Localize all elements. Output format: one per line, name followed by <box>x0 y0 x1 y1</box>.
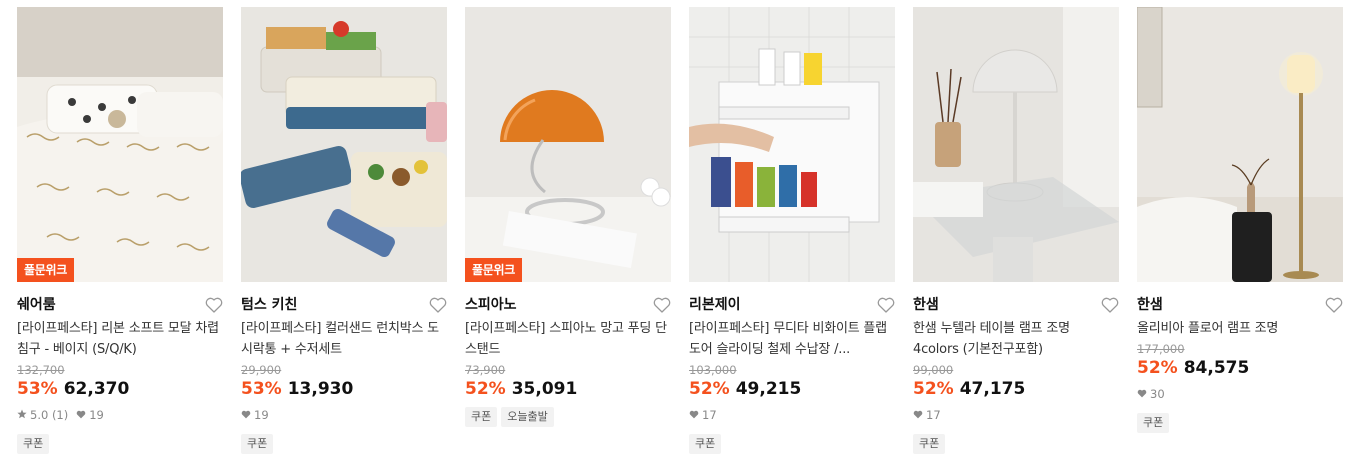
sale-price: 84,575 <box>1183 358 1250 378</box>
product-card-4[interactable]: 리본제이 [라이프페스타] 무디타 비화이트 플랩도어 슬라이딩 철제 수납장 … <box>689 7 895 454</box>
tag-list: 쿠폰 <box>1137 413 1343 433</box>
original-price: 132,700 <box>17 363 65 377</box>
brand-row: 텀스 키친 <box>241 294 447 316</box>
product-title[interactable]: [라이프페스타] 무디타 비화이트 플랩도어 슬라이딩 철제 수납장 /... <box>689 318 895 360</box>
brand-row: 한샘 <box>913 294 1119 316</box>
brand-row: 리본제이 <box>689 294 895 316</box>
sale-price: 49,215 <box>735 379 802 399</box>
product-title[interactable]: [라이프페스타] 리본 소프트 모달 차렵침구 - 베이지 (S/Q/K) <box>17 318 223 360</box>
price-row: 52% 35,091 <box>465 378 671 400</box>
today-shipping-tag: 오늘출발 <box>501 407 554 427</box>
product-card-5[interactable]: 한샘 한샘 누텔라 테이블 램프 조명 4colors (기본전구포함) 99,… <box>913 7 1119 454</box>
tag-list: 쿠폰 오늘출발 <box>465 407 671 427</box>
product-grid: 풀문위크 쉐어룸 [라이프페스타] 리본 소프트 모달 차렵침구 - 베이지 (… <box>0 0 1350 466</box>
discount-rate: 52% <box>913 379 954 399</box>
promo-badge: 풀문위크 <box>17 258 74 282</box>
wishlist-heart-icon[interactable] <box>429 297 447 313</box>
tag-list: 쿠폰 <box>689 434 895 454</box>
product-title[interactable]: [라이프페스타] 스피아노 망고 푸딩 단스탠드 <box>465 318 671 360</box>
discount-rate: 52% <box>1137 358 1178 378</box>
discount-rate: 53% <box>241 379 282 399</box>
product-photo-table-lamp <box>913 7 1119 282</box>
price-row: 52% 47,175 <box>913 378 1119 400</box>
product-image[interactable] <box>241 7 447 282</box>
heart-icon <box>76 407 86 423</box>
brand-name[interactable]: 한샘 <box>1137 297 1163 313</box>
review-meta: 17 <box>689 407 895 423</box>
like-count: 19 <box>89 408 104 422</box>
discount-rate: 52% <box>689 379 730 399</box>
review-meta: 5.0 (1) 19 <box>17 407 223 423</box>
rating-text: 5.0 (1) <box>30 408 69 422</box>
product-image[interactable] <box>913 7 1119 282</box>
promo-badge: 풀문위크 <box>465 258 522 282</box>
review-meta: 17 <box>913 407 1119 423</box>
wishlist-heart-icon[interactable] <box>653 297 671 313</box>
original-price: 29,900 <box>241 363 282 377</box>
tag-list: 쿠폰 <box>913 434 1119 454</box>
discount-rate: 53% <box>17 379 58 399</box>
tag-list: 쿠폰 <box>241 434 447 454</box>
product-image[interactable]: 풀문위크 <box>17 7 223 282</box>
product-card-1[interactable]: 풀문위크 쉐어룸 [라이프페스타] 리본 소프트 모달 차렵침구 - 베이지 (… <box>17 7 223 454</box>
product-photo-mango-lamp <box>465 7 671 282</box>
product-image[interactable] <box>689 7 895 282</box>
brand-name[interactable]: 텀스 키친 <box>241 297 297 313</box>
like-count: 17 <box>926 408 941 422</box>
brand-name[interactable]: 한샘 <box>913 297 939 313</box>
heart-icon <box>689 407 699 423</box>
sale-price: 47,175 <box>959 379 1026 399</box>
price-row: 52% 49,215 <box>689 378 895 400</box>
product-image[interactable] <box>1137 7 1343 282</box>
heart-icon <box>1137 386 1147 402</box>
like-count: 19 <box>254 408 269 422</box>
heart-icon <box>241 407 251 423</box>
price-row: 52% 84,575 <box>1137 357 1343 379</box>
original-price: 73,900 <box>465 363 506 377</box>
product-title[interactable]: 올리비아 플로어 램프 조명 <box>1137 318 1343 339</box>
price-row: 53% 62,370 <box>17 378 223 400</box>
review-meta: 30 <box>1137 386 1343 402</box>
brand-name[interactable]: 스피아노 <box>465 297 517 313</box>
product-image[interactable]: 풀문위크 <box>465 7 671 282</box>
product-title[interactable]: [라이프페스타] 컬러샌드 런치박스 도시락통 + 수저세트 <box>241 318 447 360</box>
coupon-tag: 쿠폰 <box>913 434 946 454</box>
product-card-3[interactable]: 풀문위크 스피아노 [라이프페스타] 스피아노 망고 푸딩 단스탠드 73,90… <box>465 7 671 427</box>
coupon-tag: 쿠폰 <box>1137 413 1170 433</box>
sale-price: 35,091 <box>511 379 578 399</box>
product-photo-floor-lamp <box>1137 7 1343 282</box>
product-photo-storage-shelf <box>689 7 895 282</box>
review-meta: 19 <box>241 407 447 423</box>
coupon-tag: 쿠폰 <box>17 434 50 454</box>
coupon-tag: 쿠폰 <box>241 434 274 454</box>
wishlist-heart-icon[interactable] <box>1101 297 1119 313</box>
wishlist-heart-icon[interactable] <box>205 297 223 313</box>
coupon-tag: 쿠폰 <box>465 407 498 427</box>
coupon-tag: 쿠폰 <box>689 434 722 454</box>
like-count: 17 <box>702 408 717 422</box>
product-card-2[interactable]: 텀스 키친 [라이프페스타] 컬러샌드 런치박스 도시락통 + 수저세트 29,… <box>241 7 447 454</box>
brand-name[interactable]: 리본제이 <box>689 297 741 313</box>
product-photo-bedding <box>17 7 223 282</box>
product-card-6[interactable]: 한샘 올리비아 플로어 램프 조명 177,000 52% 84,575 30 쿠… <box>1137 7 1343 433</box>
sale-price: 62,370 <box>63 379 130 399</box>
heart-icon <box>913 407 923 423</box>
brand-row: 스피아노 <box>465 294 671 316</box>
discount-rate: 52% <box>465 379 506 399</box>
brand-name[interactable]: 쉐어룸 <box>17 297 56 313</box>
original-price: 177,000 <box>1137 342 1185 356</box>
like-count: 30 <box>1150 387 1165 401</box>
original-price: 103,000 <box>689 363 737 377</box>
original-price: 99,000 <box>913 363 954 377</box>
brand-row: 쉐어룸 <box>17 294 223 316</box>
tag-list: 쿠폰 <box>17 434 223 454</box>
wishlist-heart-icon[interactable] <box>1325 297 1343 313</box>
product-photo-lunchbox <box>241 7 447 282</box>
sale-price: 13,930 <box>287 379 354 399</box>
star-icon <box>17 407 27 423</box>
brand-row: 한샘 <box>1137 294 1343 316</box>
price-row: 53% 13,930 <box>241 378 447 400</box>
product-title[interactable]: 한샘 누텔라 테이블 램프 조명 4colors (기본전구포함) <box>913 318 1119 360</box>
wishlist-heart-icon[interactable] <box>877 297 895 313</box>
